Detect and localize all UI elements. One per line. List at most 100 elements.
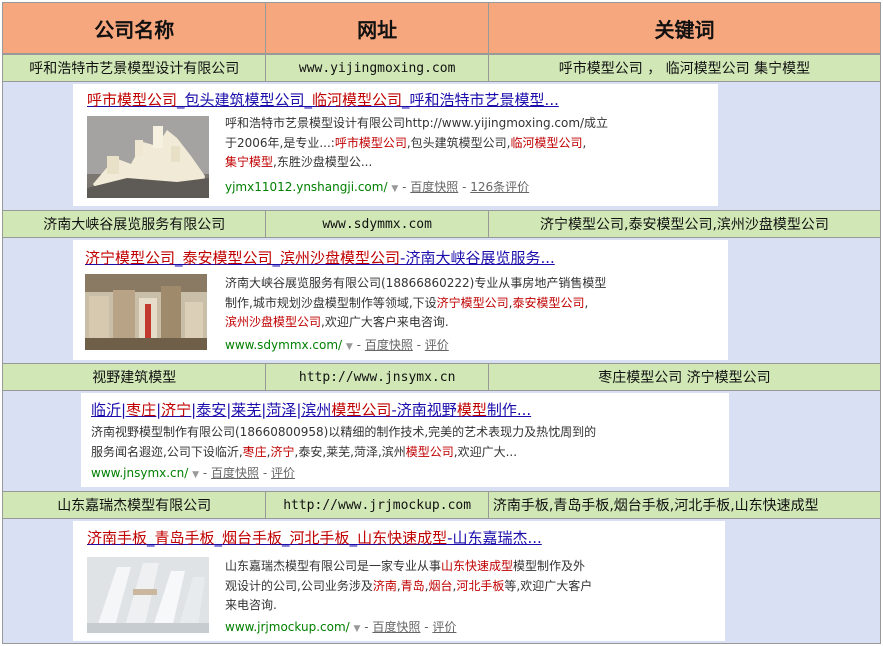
title-text[interactable]: |泰安|莱芜|菏泽|滨州 xyxy=(191,401,331,419)
screenshot-row: 济宁模型公司_泰安模型公司_滨州沙盘模型公司-济南大峡谷展览服务... 济南大峡… xyxy=(2,238,881,363)
snippet-line: 服务闻名遐迩,公司下设临沂,枣庄,济宁,泰安,莱芜,菏泽,滨州模型公司,欢迎广大… xyxy=(91,443,711,463)
snapshot-link[interactable]: 百度快照 xyxy=(365,338,413,352)
title-keyword-highlight[interactable]: 模型 xyxy=(457,401,487,419)
title-text[interactable]: -济南大峡谷展览服务... xyxy=(400,249,555,267)
snippet-text: 等,欢迎广大客户 xyxy=(504,578,593,593)
title-keyword-highlight[interactable]: 烟台手板 xyxy=(222,529,282,547)
result-meta: www.jrjmockup.com/ ▼ - 百度快照 - 评价 xyxy=(225,620,457,634)
header-row: 公司名称 网址 关键词 xyxy=(2,2,881,54)
snippet-line: 观设计的公司,公司业务涉及济南,青岛,烟台,河北手板等,欢迎广大客户 xyxy=(225,577,721,597)
spreadsheet: 公司名称 网址 关键词 呼和浩特市艺景模型设计有限公司 www.yijingmo… xyxy=(0,0,883,646)
snippet-keyword-highlight: 烟台 xyxy=(428,578,453,593)
snippet-line: 来电咨询. xyxy=(225,596,721,616)
title-keyword-highlight[interactable]: 济宁 xyxy=(161,401,191,419)
snippet-text: 于2006年,是专业...: xyxy=(225,135,335,150)
keywords-cell[interactable]: 呼市模型公司 ， 临河模型公司 集宁模型 xyxy=(489,55,880,81)
reviews-link[interactable]: 评价 xyxy=(425,338,449,352)
website-cell[interactable]: http://www.jnsymx.cn xyxy=(266,364,489,390)
snippet-text: 济南视野模型制作有限公司(18660800958)以精细的制作技术,完美的艺术表… xyxy=(91,425,597,439)
snippet-text: 服务闻名遐迩,公司下设临沂, xyxy=(91,444,243,459)
result-meta: www.jnsymx.cn/ ▼ - 百度快照 - 评价 xyxy=(91,466,296,480)
result-thumbnail xyxy=(87,116,209,198)
snippet-keyword-highlight: 济宁模型公司 xyxy=(436,295,509,310)
result-url[interactable]: www.jnsymx.cn/ xyxy=(91,466,188,480)
search-result-title[interactable]: 济宁模型公司_泰安模型公司_滨州沙盘模型公司-济南大峡谷展览服务... xyxy=(85,247,555,268)
snippet-text: 观设计的公司,公司业务涉及 xyxy=(225,578,373,593)
dropdown-arrow-icon[interactable]: ▼ xyxy=(346,342,353,352)
title-keyword-highlight[interactable]: 青岛手板 xyxy=(155,529,215,547)
title-text[interactable]: _ xyxy=(215,529,223,547)
search-result-snippet: 呼和浩特市艺景模型设计有限公司http://www.yijingmoxing.c… xyxy=(225,114,715,173)
snippet-keyword-highlight: 呼市模型公司 xyxy=(334,135,407,150)
title-text[interactable]: _ xyxy=(175,249,183,267)
title-text[interactable]: -山东嘉瑞杰... xyxy=(447,529,542,547)
dropdown-arrow-icon[interactable]: ▼ xyxy=(391,184,398,194)
search-result-title[interactable]: 呼市模型公司_包头建筑模型公司_临河模型公司_呼和浩特市艺景模型... xyxy=(87,89,559,110)
header-company-name: 公司名称 xyxy=(3,3,267,53)
snippet-text: , xyxy=(584,295,589,310)
search-result-title[interactable]: 临沂|枣庄|济宁|泰安|莱芜|菏泽|滨州模型公司-济南视野模型制作... xyxy=(91,399,531,420)
snippet-text: ,欢迎广大客户来电咨询. xyxy=(321,315,449,329)
snippet-keyword-highlight: 枣庄 xyxy=(242,444,267,459)
company-name-cell[interactable]: 视野建筑模型 xyxy=(3,364,267,390)
title-keyword-highlight[interactable]: 枣庄 xyxy=(126,401,156,419)
title-keyword-highlight[interactable]: 济宁模型公司 xyxy=(85,249,175,267)
snippet-keyword-highlight: 模型公司 xyxy=(405,444,454,459)
snapshot-link[interactable]: 百度快照 xyxy=(372,620,420,634)
snippet-line: 于2006年,是专业...:呼市模型公司,包头建筑模型公司,临河模型公司, xyxy=(225,134,715,154)
website-cell[interactable]: www.sdymmx.com xyxy=(266,211,489,237)
title-keyword-highlight[interactable]: 滨州沙盘模型公司 xyxy=(280,249,400,267)
search-result-card: 临沂|枣庄|济宁|泰安|莱芜|菏泽|滨州模型公司-济南视野模型制作... 济南视… xyxy=(81,393,729,487)
search-result-title[interactable]: 济南手板_青岛手板_烟台手板_河北手板_山东快速成型-山东嘉瑞杰... xyxy=(87,527,542,548)
title-text[interactable]: _ xyxy=(147,529,155,547)
snippet-keyword-highlight: 山东快速成型 xyxy=(441,559,514,573)
result-url[interactable]: www.jrjmockup.com/ xyxy=(225,620,350,634)
keywords-cell[interactable]: 济南手板,青岛手板,烟台手板,河北手板,山东快速成型 xyxy=(489,492,880,518)
title-keyword-highlight[interactable]: 模型公司 xyxy=(331,401,391,419)
company-name-cell[interactable]: 济南大峡谷展览服务有限公司 xyxy=(3,211,267,237)
dropdown-arrow-icon[interactable]: ▼ xyxy=(354,624,361,634)
snippet-text: 模型制作及外 xyxy=(513,559,586,573)
snippet-text: ,泰安,莱芜,菏泽,滨州 xyxy=(294,444,406,459)
title-keyword-highlight[interactable]: 临河模型公司 xyxy=(312,91,402,109)
title-keyword-highlight[interactable]: 泰安模型公司 xyxy=(183,249,273,267)
snippet-line: 滨州沙盘模型公司,欢迎广大客户来电咨询. xyxy=(225,313,725,333)
search-result-snippet: 山东嘉瑞杰模型有限公司是一家专业从事山东快速成型模型制作及外 观设计的公司,公司业… xyxy=(225,557,721,616)
company-name-cell[interactable]: 山东嘉瑞杰模型有限公司 xyxy=(3,492,267,518)
title-text[interactable]: _包头建筑模型公司_ xyxy=(177,91,312,109)
snapshot-link[interactable]: 百度快照 xyxy=(211,466,259,480)
website-cell[interactable]: http://www.jrjmockup.com xyxy=(266,492,489,518)
screenshot-row: 济南手板_青岛手板_烟台手板_河北手板_山东快速成型-山东嘉瑞杰... 山东嘉瑞… xyxy=(2,519,881,644)
snippet-line: 济南大峡谷展览服务有限公司(18866860222)专业从事房地产销售模型 xyxy=(225,274,725,294)
result-url[interactable]: www.sdymmx.com/ xyxy=(225,338,342,352)
title-text[interactable]: _ xyxy=(282,529,290,547)
snippet-text: 来电咨询. xyxy=(225,598,277,612)
title-text[interactable]: _呼和浩特市艺景模型... xyxy=(402,91,559,109)
snippet-keyword-highlight: 集宁模型 xyxy=(225,155,274,169)
snapshot-link[interactable]: 百度快照 xyxy=(410,180,458,194)
title-text[interactable]: _ xyxy=(273,249,281,267)
title-keyword-highlight[interactable]: 山东快速成型 xyxy=(357,529,447,547)
keywords-cell[interactable]: 枣庄模型公司 济宁模型公司 xyxy=(489,364,880,390)
title-keyword-highlight[interactable]: 河北手板 xyxy=(290,529,350,547)
dropdown-arrow-icon[interactable]: ▼ xyxy=(192,470,199,480)
snippet-text: , xyxy=(582,135,587,150)
title-text[interactable]: -济南视野 xyxy=(391,401,456,419)
title-keyword-highlight[interactable]: 济南手板 xyxy=(87,529,147,547)
reviews-link[interactable]: 126条评价 xyxy=(470,180,529,194)
search-result-card: 呼市模型公司_包头建筑模型公司_临河模型公司_呼和浩特市艺景模型... 呼和浩特… xyxy=(73,84,718,206)
snippet-text: 制作,城市规划沙盘模型制作等领域,下设 xyxy=(225,295,437,310)
keywords-cell[interactable]: 济宁模型公司,泰安模型公司,滨州沙盘模型公司 xyxy=(489,211,880,237)
result-url[interactable]: yjmx11012.ynshangji.com/ xyxy=(225,180,388,194)
snippet-line: 济南视野模型制作有限公司(18660800958)以精细的制作技术,完美的艺术表… xyxy=(91,423,711,443)
snippet-keyword-highlight: 青岛 xyxy=(400,578,425,593)
reviews-link[interactable]: 评价 xyxy=(271,466,295,480)
website-cell[interactable]: www.yijingmoxing.com xyxy=(266,55,489,81)
title-keyword-highlight[interactable]: 呼市模型公司 xyxy=(87,91,177,109)
title-text[interactable]: 制作... xyxy=(487,401,531,419)
title-text[interactable]: 临沂| xyxy=(91,401,126,419)
reviews-link[interactable]: 评价 xyxy=(432,620,456,634)
company-name-cell[interactable]: 呼和浩特市艺景模型设计有限公司 xyxy=(3,55,267,81)
snippet-text: 呼和浩特市艺景模型设计有限公司http://www.yijingmoxing.c… xyxy=(225,116,609,130)
title-text[interactable]: _ xyxy=(350,529,358,547)
